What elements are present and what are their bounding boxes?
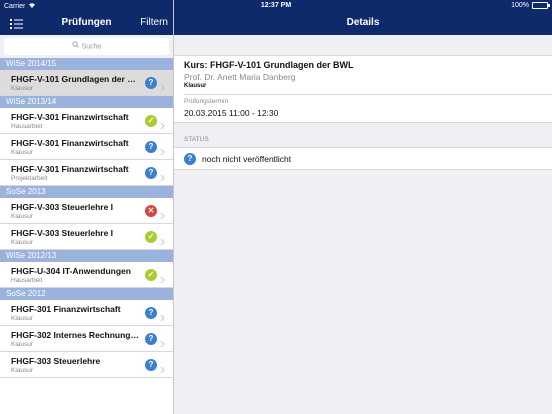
exam-title: FHGF-V-301 Finanzwirtschaft	[11, 138, 129, 148]
checkmark-icon: ✓	[145, 231, 157, 243]
section-header: SoSe 2012	[0, 288, 173, 300]
exam-type: Projektarbeit	[11, 175, 48, 182]
section-header: WiSe 2014/15	[0, 58, 173, 70]
card-divider	[184, 94, 552, 95]
exam-title: FHGF-V-301 Finanzwirtschaft	[11, 164, 129, 174]
exam-type: Klausur	[11, 341, 34, 348]
exam-title: FHGF-303 Steuerlehre	[11, 356, 101, 366]
clock: 12:37 PM	[260, 2, 292, 9]
chevron-right-icon	[160, 309, 165, 322]
exam-type: Klausur	[11, 85, 34, 92]
exam-type: Klausur	[184, 83, 207, 89]
search-bar: Suche	[0, 35, 173, 58]
exam-type: Klausur	[11, 367, 34, 374]
exam-row[interactable]: FHGF-V-301 Finanzwirtschaft Klausur?	[0, 134, 173, 160]
chevron-right-icon	[160, 117, 165, 130]
exam-date-label: Prüfungstermin	[184, 98, 229, 105]
exam-type: Klausur	[11, 239, 34, 246]
exam-row[interactable]: FHGF-V-301 Finanzwirtschaft Projektarbeit…	[0, 160, 173, 186]
exam-type: Hausarbeit	[11, 277, 43, 284]
status-card: ? noch nicht veröffentlicht	[174, 147, 552, 170]
question-icon: ?	[145, 141, 157, 153]
question-icon: ?	[145, 77, 157, 89]
status-text: noch nicht veröffentlicht	[202, 154, 292, 164]
detail-title: Details	[346, 17, 380, 28]
status-bar: Carrier 12:37 PM 100%	[0, 0, 552, 12]
master-nav-bar: Prüfungen Filtern	[0, 12, 173, 35]
exam-row[interactable]: FHGF-303 Steuerlehre Klausur?	[0, 352, 173, 378]
chevron-right-icon	[160, 233, 165, 246]
section-header: WiSe 2013/14	[0, 96, 173, 108]
exam-type: Klausur	[11, 149, 34, 156]
question-icon: ?	[145, 333, 157, 345]
checkmark-icon: ✓	[145, 269, 157, 281]
checkmark-icon: ✓	[145, 115, 157, 127]
chevron-right-icon	[160, 207, 165, 220]
exam-type: Klausur	[11, 213, 34, 220]
cross-icon: ✕	[145, 205, 157, 217]
exam-list: Suche WiSe 2014/15 FHGF-V-101 Grundlagen …	[0, 35, 173, 414]
course-card: Kurs: FHGF-V-101 Grundlagen der BWL Prof…	[174, 55, 552, 123]
exam-row[interactable]: FHGF-V-101 Grundlagen der BWL Klausur?	[0, 70, 173, 96]
chevron-right-icon	[160, 143, 165, 156]
search-input[interactable]: Suche	[4, 38, 169, 55]
detail-nav-bar: Details	[174, 12, 552, 35]
top-bar: Carrier 12:37 PM 100% Prüfungen Filtern …	[0, 0, 552, 35]
exam-title: FHGF-301 Finanzwirtschaft	[11, 304, 121, 314]
exam-title: FHGF-V-303 Steuerlehre I	[11, 228, 114, 238]
status-section-label: STATUS	[184, 136, 209, 143]
exam-title: FHGF-302 Internes Rechnungswesen	[11, 330, 139, 340]
search-icon	[71, 38, 79, 55]
chevron-right-icon	[160, 361, 165, 374]
search-placeholder: Suche	[81, 43, 102, 51]
battery-percent: 100%	[511, 2, 529, 9]
section-header: WiSe 2012/13	[0, 250, 173, 262]
app-root: Carrier 12:37 PM 100% Prüfungen Filtern …	[0, 0, 552, 414]
chevron-right-icon	[160, 271, 165, 284]
exam-sections: WiSe 2014/15 FHGF-V-101 Grundlagen der BW…	[0, 58, 173, 378]
question-icon: ?	[184, 153, 196, 165]
exam-title: FHGF-V-303 Steuerlehre I	[11, 202, 114, 212]
exam-row[interactable]: FHGF-U-304 IT-Anwendungen Hausarbeit ✓	[0, 262, 173, 288]
exam-row[interactable]: FHGF-V-303 Steuerlehre I Klausur ✓	[0, 224, 173, 250]
exam-title: FHGF-U-304 IT-Anwendungen	[11, 266, 131, 276]
question-icon: ?	[145, 167, 157, 179]
question-icon: ?	[145, 307, 157, 319]
question-icon: ?	[145, 359, 157, 371]
detail-pane: Kurs: FHGF-V-101 Grundlagen der BWL Prof…	[174, 35, 552, 414]
section-header: SoSe 2013	[0, 186, 173, 198]
battery-icon	[532, 2, 550, 9]
exam-title: FHGF-V-101 Grundlagen der BWL	[11, 74, 139, 84]
professor-name: Prof. Dr. Anett Maria Danberg	[184, 72, 296, 82]
course-title: Kurs: FHGF-V-101 Grundlagen der BWL	[184, 60, 354, 70]
exam-title: FHGF-V-301 Finanzwirtschaft	[11, 112, 129, 122]
exam-row[interactable]: FHGF-V-301 Finanzwirtschaft Hausarbeit ✓	[0, 108, 173, 134]
chevron-right-icon	[160, 335, 165, 348]
chevron-right-icon	[160, 169, 165, 182]
exam-row[interactable]: FHGF-301 Finanzwirtschaft Klausur?	[0, 300, 173, 326]
exam-row[interactable]: FHGF-V-303 Steuerlehre I Klausur ✕	[0, 198, 173, 224]
exam-date: 20.03.2015 11:00 - 12:30	[184, 108, 279, 118]
filter-button[interactable]: Filtern	[140, 17, 168, 28]
exam-type: Hausarbeit	[11, 123, 43, 130]
exam-row[interactable]: FHGF-302 Internes RechnungswesenKlausur?	[0, 326, 173, 352]
exam-type: Klausur	[11, 315, 34, 322]
chevron-right-icon	[160, 79, 165, 92]
status-right: 100%	[511, 2, 550, 9]
